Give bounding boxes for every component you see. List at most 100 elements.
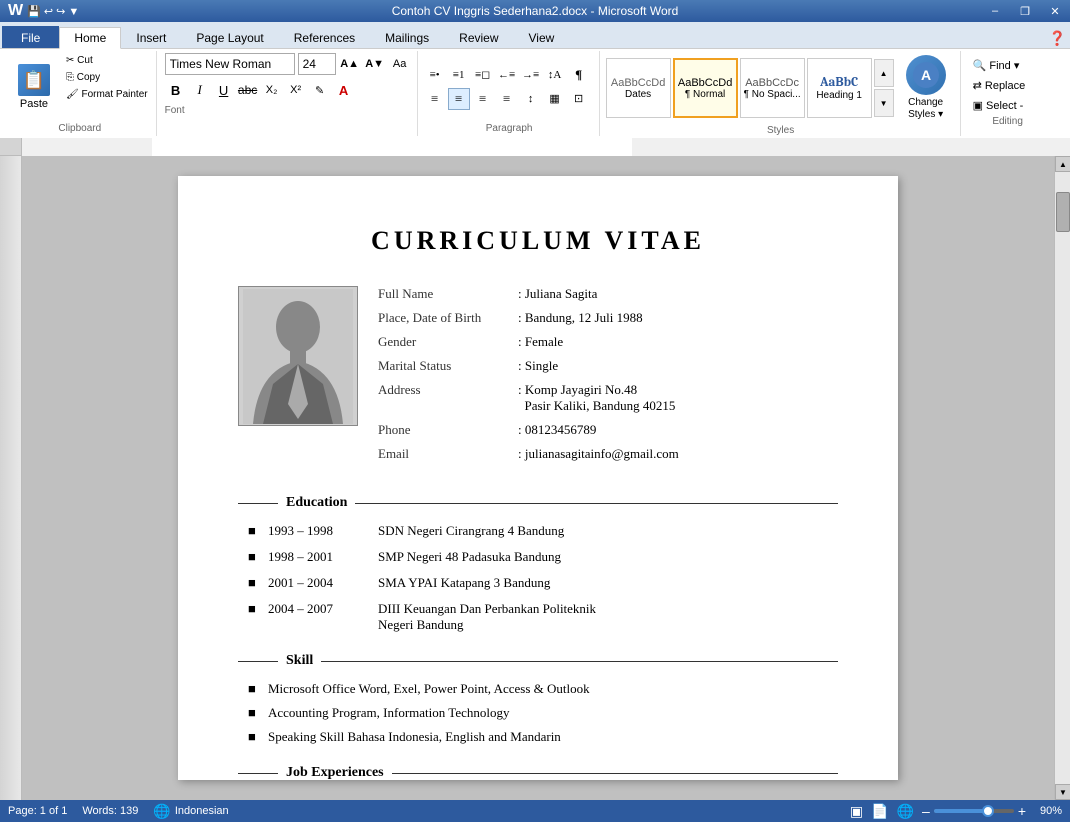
skill-list: ■ Microsoft Office Word, Exel, Power Poi…	[238, 681, 838, 745]
editing-label: Editing	[969, 116, 1047, 127]
copy-button[interactable]: ⎘ Copy	[62, 70, 152, 85]
font-name-input[interactable]: Times New Roman	[165, 53, 295, 75]
tab-home[interactable]: Home	[59, 27, 121, 49]
styles-scroll-up[interactable]: ▲	[874, 59, 894, 87]
info-email: Email : julianasagitainfo@gmail.com	[378, 446, 838, 462]
personal-info: Full Name : Juliana Sagita Place, Date o…	[378, 286, 838, 470]
bullet-icon: ■	[248, 681, 260, 697]
view-layout-btn[interactable]: 📄	[871, 803, 888, 820]
window-title: Contoh CV Inggris Sederhana2.docx - Micr…	[392, 4, 679, 18]
underline-btn[interactable]: U	[213, 79, 235, 101]
scroll-up-btn[interactable]: ▲	[1055, 156, 1070, 172]
edu-item-1: ■ 1993 – 1998 SDN Negeri Cirangrang 4 Ba…	[238, 523, 838, 539]
close-btn[interactable]: ✕	[1040, 0, 1070, 22]
select-button[interactable]: ▣ Select -	[969, 97, 1047, 114]
status-right: ▣ 📄 🌐 – + 90%	[850, 803, 1062, 820]
paste-button[interactable]: 📋 Paste	[8, 53, 60, 121]
text-color-btn[interactable]: A	[333, 79, 355, 101]
paste-label: Paste	[20, 98, 48, 110]
skill-header: Skill	[238, 653, 838, 669]
format-painter-button[interactable]: 🖌 Format Painter	[62, 87, 152, 102]
education-title: Education	[286, 495, 347, 511]
align-right-btn[interactable]: ≡	[472, 88, 494, 110]
restore-btn[interactable]: ❐	[1010, 0, 1040, 22]
text-highlight-btn[interactable]: ✎	[309, 79, 331, 101]
style-normal[interactable]: AaBbCcDd ¶ Normal	[673, 58, 738, 118]
font-group-label: Font	[165, 105, 185, 116]
scroll-thumb[interactable]	[1056, 192, 1070, 232]
tab-mailings[interactable]: Mailings	[370, 26, 444, 48]
vertical-scrollbar[interactable]: ▲ ▼	[1054, 156, 1070, 800]
scroll-track[interactable]	[1055, 172, 1070, 784]
show-formatting-btn[interactable]: ¶	[568, 64, 590, 86]
font-size-input[interactable]: 24	[298, 53, 336, 75]
bold-btn[interactable]: B	[165, 79, 187, 101]
tab-page-layout[interactable]: Page Layout	[181, 26, 278, 48]
style-normal-preview: AaBbCcDd	[678, 77, 732, 89]
tab-review[interactable]: Review	[444, 26, 513, 48]
shading-btn[interactable]: ▦	[544, 88, 566, 110]
title-bar: W 💾 ↩ ↪ ▼ Contoh CV Inggris Sederhana2.d…	[0, 0, 1070, 22]
info-dob: Place, Date of Birth : Bandung, 12 Juli …	[378, 310, 838, 326]
skill-line-left	[238, 661, 278, 662]
styles-scroll-down[interactable]: ▼	[874, 89, 894, 117]
align-center-btn[interactable]: ≡	[448, 88, 470, 110]
tab-file[interactable]: File	[2, 26, 59, 48]
tab-insert[interactable]: Insert	[121, 26, 181, 48]
bullet-list-btn[interactable]: ≡•	[424, 64, 446, 86]
style-no-spacing[interactable]: AaBbCcDc ¶ No Spaci...	[740, 58, 805, 118]
clear-format-btn[interactable]: Aa	[389, 53, 411, 75]
increase-indent-btn[interactable]: →≡	[520, 64, 542, 86]
scroll-down-btn[interactable]: ▼	[1055, 784, 1070, 800]
ribbon-tabs: File Home Insert Page Layout References …	[0, 22, 1070, 48]
skill-item-2: ■ Accounting Program, Information Techno…	[238, 705, 838, 721]
job-experiences-header: Job Experiences	[238, 765, 838, 781]
align-left-btn[interactable]: ≡	[424, 88, 446, 110]
borders-btn[interactable]: ⊡	[568, 88, 590, 110]
style-dates[interactable]: AaBbCcDd Dates	[606, 58, 671, 118]
paragraph-label: Paragraph	[424, 123, 595, 134]
help-btn[interactable]: ❓	[1049, 31, 1066, 48]
tab-view[interactable]: View	[514, 26, 570, 48]
decrease-font-btn[interactable]: A▼	[364, 53, 386, 75]
superscript-btn[interactable]: X²	[285, 79, 307, 101]
minimize-btn[interactable]: –	[980, 0, 1010, 22]
style-heading1[interactable]: AaBbC Heading 1	[807, 58, 872, 118]
zoom-slider[interactable]	[934, 809, 1014, 813]
education-header: Education	[238, 495, 838, 511]
italic-btn[interactable]: I	[189, 79, 211, 101]
clipboard-side: ✂ Cut ⎘ Copy 🖌 Format Painter	[60, 53, 152, 121]
view-web-btn[interactable]: 🌐	[897, 803, 914, 820]
styles-label: Styles	[606, 125, 956, 136]
increase-font-btn[interactable]: A▲	[339, 53, 361, 75]
zoom-minus-btn[interactable]: –	[922, 803, 930, 819]
job-title: Job Experiences	[286, 765, 384, 781]
subscript-btn[interactable]: X₂	[261, 79, 283, 101]
info-marital: Marital Status : Single	[378, 358, 838, 374]
replace-button[interactable]: ⇄ Replace	[969, 77, 1047, 94]
info-address: Address : Komp Jayagiri No.48 Pasir Kali…	[378, 382, 838, 414]
word-icon: W	[8, 2, 23, 20]
view-normal-btn[interactable]: ▣	[850, 803, 863, 820]
line-spacing-btn[interactable]: ↕	[520, 88, 542, 110]
style-heading1-label: Heading 1	[816, 90, 862, 101]
multilevel-list-btn[interactable]: ≡◻	[472, 64, 494, 86]
paragraph-group: ≡• ≡1 ≡◻ ←≡ →≡ ↕A ¶ ≡ ≡ ≡ ≡ ↕ ▦ ⊡ Paragr…	[420, 51, 600, 136]
skill-title: Skill	[286, 653, 313, 669]
document-scroll[interactable]: CURRICULUM VITAE	[22, 156, 1054, 800]
decrease-indent-btn[interactable]: ←≡	[496, 64, 518, 86]
status-bar: Page: 1 of 1 Words: 139 🌐 Indonesian ▣ 📄…	[0, 800, 1070, 822]
tab-references[interactable]: References	[279, 26, 370, 48]
strikethrough-btn[interactable]: abc	[237, 79, 259, 101]
numbered-list-btn[interactable]: ≡1	[448, 64, 470, 86]
cut-button[interactable]: ✂ Cut	[62, 53, 152, 68]
find-button[interactable]: 🔍 Find ▾	[969, 57, 1047, 74]
page-info: Page: 1 of 1	[8, 805, 67, 817]
language-indicator: 🌐 Indonesian	[153, 803, 228, 820]
styles-scroll: ▲ ▼	[874, 58, 894, 118]
change-styles-button[interactable]: A ChangeStyles ▾	[896, 53, 956, 123]
justify-btn[interactable]: ≡	[496, 88, 518, 110]
zoom-plus-btn[interactable]: +	[1018, 803, 1026, 819]
education-line-right	[355, 503, 838, 504]
sort-btn[interactable]: ↕A	[544, 64, 566, 86]
